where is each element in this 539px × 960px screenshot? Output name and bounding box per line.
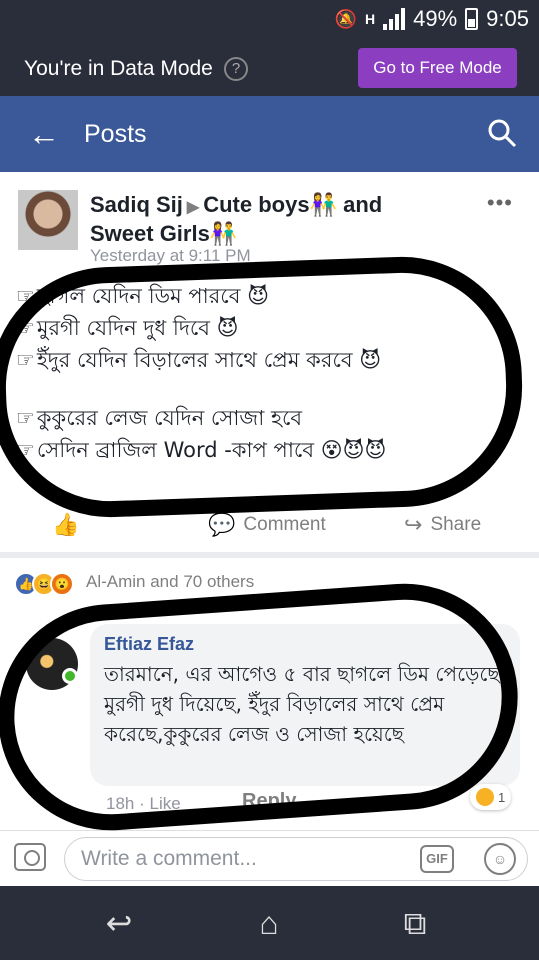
like-icon: 👍 [52,512,80,537]
share-button[interactable]: ↪ Share [404,512,481,538]
recent-apps-icon[interactable]: ⧉ [392,902,438,944]
status-bar: 🔕 H 49% 9:05 [0,0,539,40]
post-line: ছাগল যেদিন ডিম পারবে 😈 [16,280,486,312]
status-icons: 🔕 H 49% 9:05 [335,6,529,32]
post-actions: 👍 💬 Comment ↪ Share [0,506,539,546]
search-icon[interactable] [487,118,517,148]
share-icon: ↪ [404,512,423,537]
comment-time: 18h · Like [106,794,181,813]
post-author-line: Sadiq Sij ▶ Cute boys👫 and Sweet Girls👫 [90,192,420,247]
page-title: Posts [84,120,147,148]
share-target-arrow-icon: ▶ [186,199,200,216]
author-name[interactable]: Sadiq Sij [90,192,183,217]
comment-icon: 💬 [208,512,236,537]
screen: 🔕 H 49% 9:05 You're in Data Mode ? Go to… [0,0,539,960]
wow-reaction-icon: 😮 [50,572,74,596]
comment-label: Comment [243,514,326,535]
back-arrow-icon[interactable]: ← [28,116,60,152]
post-line: সেদিন ব্রাজিল Word -কাপ পাবে 😵😈😈 [16,434,486,466]
post-timestamp: Yesterday at 9:11 PM [90,246,251,265]
reaction-summary[interactable]: Al-Amin and 70 others [86,572,254,592]
comment-input[interactable] [64,837,528,881]
camera-icon[interactable] [14,843,46,871]
app-header: ← Posts [0,96,539,172]
post-card: Sadiq Sij ▶ Cute boys👫 and Sweet Girls👫 Ye… [0,172,539,552]
reaction-icons[interactable]: 👍 😆 😮 [14,572,74,596]
emoji-icon[interactable]: ☺ [484,843,516,875]
gif-icon[interactable]: GIF [420,845,454,873]
home-icon[interactable]: ⌂ [246,902,292,944]
help-icon[interactable]: ? [224,57,248,81]
comment-bubble: Eftiaz Efaz তারমানে, এর আগেও ৫ বার ছাগলে… [90,624,520,786]
clock: 9:05 [486,6,529,31]
system-nav-bar: ↩ ⌂ ⧉ [0,886,539,960]
battery-icon [465,8,479,30]
comment-button[interactable]: 💬 Comment [208,512,326,538]
comment-text: তারমানে, এর আগেও ৫ বার ছাগলে ডিম পেড়েছে… [104,662,506,746]
online-status-icon [62,668,78,684]
battery-percent: 49% [413,6,458,31]
post-line: ইঁদুর যেদিন বিড়ালের সাথে প্রেম করবে 😈 [16,344,486,376]
post-line: মুরগী যেদিন দুধ দিবে 😈 [16,312,486,344]
comment-like-link[interactable]: Like [149,794,180,813]
like-action[interactable]: 👍 [52,512,79,538]
mute-icon: 🔕 [334,8,357,29]
haha-reaction-icon [476,788,494,806]
commenter-name[interactable]: Eftiaz Efaz [104,634,506,655]
signal-icon [383,8,406,30]
post-body: ছাগল যেদিন ডিম পারবে 😈 মুরগী যেদিন দুধ দ… [16,280,486,466]
comment-composer: GIF ☺ [0,830,539,886]
network-type: H [365,11,376,27]
comment-reaction-count[interactable]: 1 [470,784,512,810]
reply-link[interactable]: Reply [242,790,296,813]
go-to-free-mode-button[interactable]: Go to Free Mode [358,48,517,88]
back-nav-icon[interactable]: ↩ [96,902,142,944]
more-options-icon[interactable]: ••• [487,190,513,216]
data-mode-message: You're in Data Mode [24,57,213,80]
data-mode-bar: You're in Data Mode ? Go to Free Mode [0,40,539,96]
post-line: কুকুরের লেজ যেদিন সোজা হবে [16,402,486,434]
share-label: Share [430,514,482,535]
author-avatar[interactable] [18,190,78,250]
comments-section: 👍 😆 😮 Al-Amin and 70 others Eftiaz Efaz … [0,558,539,830]
